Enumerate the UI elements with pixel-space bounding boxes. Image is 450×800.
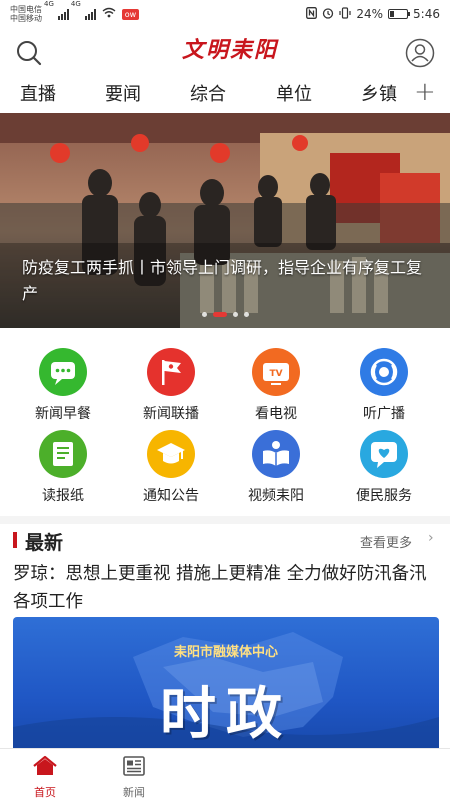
chat-bubble-icon (39, 348, 87, 396)
search-icon (17, 41, 42, 66)
signal-1-label: 4G (44, 0, 54, 8)
nav-news[interactable]: 新闻 (99, 755, 169, 800)
grid-label: 通知公告 (143, 488, 199, 504)
grid-item-news-breakfast[interactable]: 新闻早餐 (13, 348, 113, 423)
grid-label: 听广播 (363, 406, 405, 422)
grid-label: 视频耒阳 (248, 488, 304, 504)
grid-item-newspaper[interactable]: 读报纸 (13, 430, 113, 505)
nav-news-label: 新闻 (123, 786, 145, 799)
grid-label: 新闻早餐 (35, 406, 91, 422)
wifi-icon (102, 7, 116, 21)
section-title-latest: 最新 (25, 532, 64, 554)
grid-item-news-broadcast[interactable]: 新闻联播 (121, 348, 221, 423)
battery-percent: 24% (356, 7, 384, 21)
grid-item-radio[interactable]: 听广播 (334, 348, 434, 423)
news-thumbnail[interactable]: 耒阳市融媒体中心 时政 (13, 617, 439, 757)
status-right: 24% 5:46 (306, 6, 440, 22)
bottom-navigation: 首页 新闻 (0, 748, 450, 800)
graduation-cap-icon (147, 430, 195, 478)
carousel-dot[interactable] (201, 312, 207, 317)
carousel-dot[interactable] (243, 312, 249, 317)
radio-wave-icon (360, 348, 408, 396)
banner-caption: 防疫复工两手抓丨市领导上门调研，指导企业有序复工复产 (22, 258, 423, 303)
add-tab-icon[interactable]: + (414, 79, 436, 105)
app-logo: 文明耒阳 (181, 37, 278, 63)
view-more-link[interactable]: 查看更多 (360, 532, 412, 551)
section-accent-bar (13, 532, 17, 548)
user-profile-button[interactable] (405, 38, 435, 68)
grid-label: 读报纸 (42, 488, 84, 504)
nav-home[interactable]: 首页 (10, 755, 80, 800)
tab-headlines[interactable]: 要闻 (105, 80, 141, 106)
grid-item-notices[interactable]: 通知公告 (121, 430, 221, 505)
nfc-icon (306, 6, 318, 22)
grid-label: 新闻联播 (143, 406, 199, 422)
clock: 5:46 (413, 7, 440, 21)
carrier-2: 中国移动 (10, 14, 42, 23)
grid-label: 看电视 (255, 406, 297, 422)
tv-icon: TV (252, 348, 300, 396)
news-headline[interactable]: 罗琼：思想上更重视 措施上更精准 全力做好防汛备汛各项工作 (13, 560, 441, 616)
nav-home-label: 首页 (34, 786, 56, 799)
tab-live[interactable]: 直播 (20, 80, 56, 106)
carousel-dot[interactable] (232, 312, 238, 317)
battery-level-fill (390, 11, 395, 17)
signal-2-icon (84, 8, 96, 20)
news-image-word: 时政 (160, 681, 292, 747)
tab-units[interactable]: 单位 (276, 80, 312, 106)
battery-icon (388, 9, 411, 19)
app-notification-icon: ow (121, 8, 140, 20)
book-person-icon (252, 430, 300, 478)
grid-label: 便民服务 (356, 488, 412, 504)
section-divider (0, 516, 450, 524)
tab-general[interactable]: 综合 (190, 80, 226, 106)
vibrate-icon (339, 6, 351, 22)
grid-item-video-leiyang[interactable]: 视频耒阳 (226, 430, 326, 505)
heart-chat-icon (360, 430, 408, 478)
grid-item-services[interactable]: 便民服务 (334, 430, 434, 505)
carousel-dot[interactable] (212, 312, 227, 317)
signal-2-label: 4G (70, 0, 81, 8)
category-tabs: 直播 要闻 综合 单位 乡镇 + (0, 74, 450, 112)
feature-grid: 新闻早餐 新闻联播 TV 看电视 听广播 读报纸 通知公告 视频耒阳 便民服务 (0, 340, 450, 510)
tab-towns[interactable]: 乡镇 (361, 80, 397, 106)
carousel-dots (0, 312, 450, 317)
alarm-icon (322, 7, 334, 22)
chevron-right-icon[interactable]: › (428, 530, 434, 546)
news-image-org: 耒阳市融媒体中心 (173, 645, 278, 660)
user-icon (405, 38, 435, 68)
signal-1-icon (57, 8, 69, 20)
home-icon (33, 755, 57, 775)
app-header: 文明耒阳 (0, 28, 450, 74)
svg-text:TV: TV (269, 369, 282, 379)
newspaper-icon (123, 756, 145, 776)
grid-item-watch-tv[interactable]: TV 看电视 (226, 348, 326, 423)
carrier-1: 中国电信 (10, 5, 42, 14)
featured-banner[interactable]: 防疫复工两手抓丨市领导上门调研，指导企业有序复工复产 (0, 113, 450, 328)
status-bar: 中国电信 中国移动 4G 4G ow 24% 5:46 (0, 0, 450, 28)
party-flag-icon (147, 348, 195, 396)
search-button[interactable] (14, 38, 44, 68)
carrier-labels: 中国电信 中国移动 (10, 5, 42, 23)
app-screen: 中国电信 中国移动 4G 4G ow 24% 5:46 文明耒阳 直播 要闻 综… (0, 0, 450, 800)
newspaper-icon (39, 430, 87, 478)
